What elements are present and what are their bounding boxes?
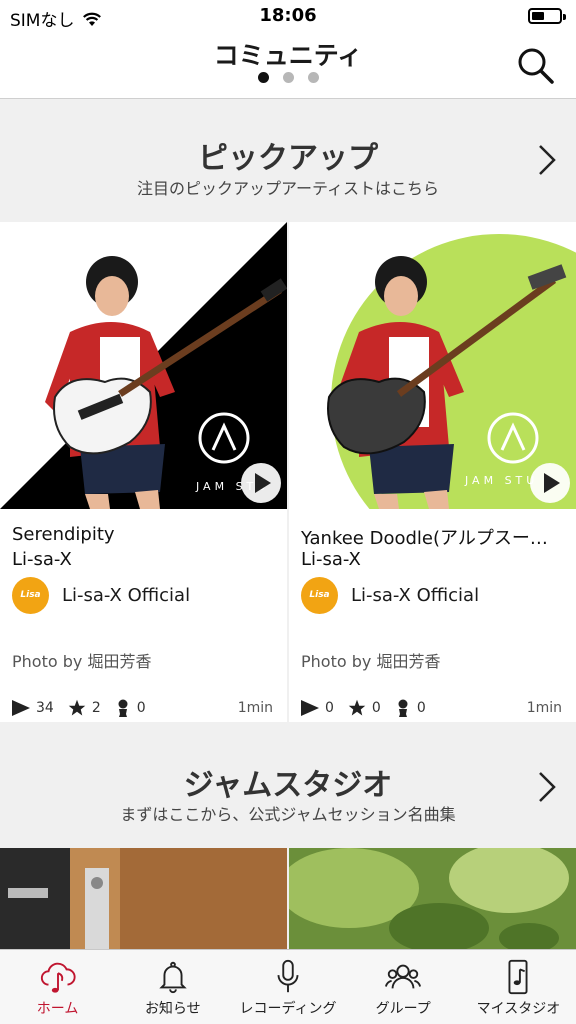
avatar: Lisa xyxy=(12,576,49,614)
tab-label: グループ xyxy=(375,1001,431,1017)
person-icon xyxy=(118,699,128,717)
duration: 1min xyxy=(526,700,562,716)
page-dot-1[interactable] xyxy=(257,72,269,83)
photo-credit: Photo by 堀田芳香 xyxy=(12,652,152,671)
jam-studio-subtitle: まずはここから、公式ジャムセッション名曲集 xyxy=(120,805,456,824)
star-icon xyxy=(68,699,86,716)
avatar: Lisa xyxy=(301,576,338,614)
battery-icon xyxy=(528,8,566,24)
pickup-title: ピックアップ xyxy=(198,141,378,176)
owner-name: Li-sa-X Official xyxy=(62,584,191,606)
song-artist: Li-sa-X xyxy=(12,549,72,570)
tab-bar: ホーム お知らせ レコーディング グループ マイスタジオ xyxy=(0,949,576,1024)
star-count: 0 xyxy=(371,700,381,716)
play-count: 0 xyxy=(325,700,334,716)
pickup-subtitle: 注目のピックアップアーティストはこちら xyxy=(136,179,440,198)
microphone-icon xyxy=(277,959,299,993)
star-icon xyxy=(348,699,366,716)
song-artist: Li-sa-X xyxy=(301,549,361,570)
tab-group[interactable]: グループ xyxy=(346,950,461,1024)
page-dot-2[interactable] xyxy=(282,72,294,83)
phone-music-icon xyxy=(508,959,528,995)
play-button[interactable] xyxy=(530,463,570,503)
owner-link[interactable]: Lisa Li-sa-X Official xyxy=(301,576,479,614)
chevron-right-icon[interactable] xyxy=(536,770,558,804)
tab-home[interactable]: ホーム xyxy=(0,950,115,1024)
pickup-card-2[interactable]: JAM STU Yankee Doodle(アルプスー… Li-sa-X Lis… xyxy=(289,222,576,722)
play-count-icon xyxy=(12,700,30,716)
group-icon xyxy=(385,964,422,989)
card-stats: 34 2 0 1min xyxy=(12,697,273,719)
jam-studio-section-header[interactable]: ジャムスタジオ まずはここから、公式ジャムセッション名曲集 xyxy=(0,724,576,848)
tab-label: マイスタジオ xyxy=(476,1001,561,1017)
member-count: 0 xyxy=(136,700,146,716)
play-count-icon xyxy=(301,700,319,716)
page-dot-3[interactable] xyxy=(307,72,319,83)
card-stats: 0 0 0 1min xyxy=(301,697,562,719)
tab-label: お知らせ xyxy=(144,1001,201,1017)
song-cover-image[interactable]: JAM STU xyxy=(0,222,287,509)
owner-link[interactable]: Lisa Li-sa-X Official xyxy=(12,576,190,614)
star-count: 2 xyxy=(91,700,101,716)
owner-name: Li-sa-X Official xyxy=(351,584,480,606)
jam-studio-title: ジャムスタジオ xyxy=(183,768,393,803)
svg-text:JAM STU: JAM STU xyxy=(464,474,538,487)
chevron-right-icon[interactable] xyxy=(536,143,558,177)
bell-icon xyxy=(159,961,187,994)
status-bar: SIMなし 18:06 xyxy=(0,0,576,34)
nav-bar: コミュニティ xyxy=(0,34,576,99)
pickup-section-header[interactable]: ピックアップ 注目のピックアップアーティストはこちら xyxy=(0,99,576,222)
person-icon xyxy=(398,699,408,717)
tab-notifications[interactable]: お知らせ xyxy=(115,950,230,1024)
clock: 18:06 xyxy=(259,5,317,26)
play-count: 34 xyxy=(36,700,54,716)
photo-credit: Photo by 堀田芳香 xyxy=(301,652,441,671)
play-button[interactable] xyxy=(241,463,281,503)
search-icon[interactable] xyxy=(516,46,556,86)
cloud-music-icon xyxy=(40,962,76,993)
page-title: コミュニティ xyxy=(213,41,363,70)
member-count: 0 xyxy=(416,700,426,716)
jam-studio-card-2-image[interactable] xyxy=(289,848,576,950)
song-title: Yankee Doodle(アルプスー… xyxy=(301,528,548,549)
tab-recording[interactable]: レコーディング xyxy=(230,950,345,1024)
tab-my-studio[interactable]: マイスタジオ xyxy=(461,950,576,1024)
battery-level xyxy=(532,12,544,20)
page-indicator xyxy=(0,72,576,83)
song-title: Serendipity xyxy=(12,524,115,545)
tab-label: レコーディング xyxy=(239,1001,337,1017)
song-cover-image[interactable]: JAM STU xyxy=(289,222,576,509)
tab-label: ホーム xyxy=(36,1001,79,1017)
jam-studio-card-1-image[interactable] xyxy=(0,848,287,950)
pickup-card-1[interactable]: JAM STU Serendipity Li-sa-X Lisa Li-sa-X… xyxy=(0,222,287,722)
duration: 1min xyxy=(237,700,273,716)
